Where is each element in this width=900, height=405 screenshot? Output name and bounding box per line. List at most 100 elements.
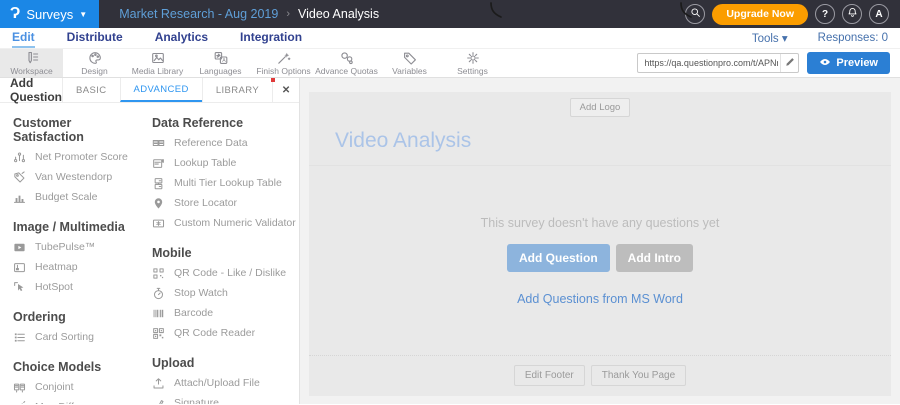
- question-type-conjoint[interactable]: Conjoint: [13, 377, 145, 397]
- toolbar-item-label: Design: [81, 65, 108, 76]
- upgrade-button[interactable]: Upgrade Now: [712, 3, 808, 25]
- question-type-label: Signature: [174, 397, 219, 404]
- avatar[interactable]: A: [869, 4, 889, 24]
- menu-item-edit[interactable]: Edit: [12, 28, 35, 48]
- question-type-label: Max-Diff: [35, 401, 74, 404]
- section-title-customer-satisfaction: Customer Satisfaction: [13, 116, 84, 144]
- question-type-tubepulse[interactable]: TubePulse™: [13, 237, 145, 257]
- add-logo-button[interactable]: Add Logo: [569, 98, 631, 117]
- responses-count[interactable]: Responses: 0: [818, 32, 888, 44]
- tab-library[interactable]: LIBRARY: [201, 78, 272, 102]
- barcode-icon: [152, 306, 166, 320]
- chevron-down-icon: ▾: [781, 33, 788, 45]
- question-type-hotspot[interactable]: HotSpot: [13, 277, 145, 297]
- price-tag-icon: [13, 170, 27, 184]
- question-type-van-westendorp[interactable]: Van Westendorp: [13, 167, 145, 187]
- question-type-signature[interactable]: Signature: [152, 393, 299, 404]
- close-panel-button[interactable]: ✕: [271, 78, 299, 102]
- survey-url-box: [637, 53, 800, 73]
- product-menu-label: Surveys: [26, 6, 74, 22]
- question-type-budget-scale[interactable]: Budget Scale: [13, 187, 145, 207]
- question-type-card-sorting[interactable]: Card Sorting: [13, 327, 145, 347]
- toolbar-item-advance-quotas[interactable]: Advance Quotas: [315, 49, 378, 77]
- tab-basic[interactable]: BASIC: [62, 78, 120, 102]
- add-questions-msword-link[interactable]: Add Questions from MS Word: [517, 292, 683, 306]
- section-title-mobile: Mobile: [152, 246, 192, 260]
- numeric-validator-icon: [152, 216, 166, 230]
- artifact-curve: [490, 2, 502, 18]
- question-column-1: Customer Satisfaction Net Promoter Score V…: [0, 103, 145, 404]
- question-type-label: Multi Tier Lookup Table: [174, 177, 282, 189]
- toolbar-right: Preview: [637, 49, 900, 77]
- page-footer: Edit Footer Thank You Page: [309, 355, 891, 396]
- topbar-actions: Upgrade Now ? A: [685, 3, 900, 25]
- menu-item-analytics[interactable]: Analytics: [155, 28, 208, 48]
- languages-icon: A: [214, 51, 228, 65]
- eye-icon: [819, 56, 831, 71]
- toolbar-item-finish-options[interactable]: Finish Options: [252, 49, 315, 77]
- toolbar-item-label: Advance Quotas: [315, 65, 378, 76]
- survey-url-input[interactable]: [638, 58, 781, 68]
- finish-options-icon: [277, 51, 291, 65]
- question-type-barcode[interactable]: Barcode: [152, 303, 299, 323]
- survey-page: Add Logo Video Analysis This survey does…: [309, 92, 891, 396]
- question-type-label: QR Code - Like / Dislike: [174, 267, 287, 279]
- add-question-button[interactable]: Add Question: [507, 243, 610, 272]
- toolbar-item-design[interactable]: Design: [63, 49, 126, 77]
- menu-item-distribute[interactable]: Distribute: [67, 28, 123, 48]
- search-button[interactable]: [685, 4, 706, 24]
- question-type-qr-code-reader[interactable]: QR Code Reader: [152, 323, 299, 343]
- question-type-reference-data[interactable]: Reference Data: [152, 133, 299, 153]
- toolbar-item-languages[interactable]: A Languages: [189, 49, 252, 77]
- add-intro-button[interactable]: Add Intro: [615, 243, 693, 272]
- toolbar-item-label: Languages: [199, 65, 242, 76]
- toolbar-item-settings[interactable]: Settings: [441, 49, 504, 77]
- question-type-max-diff[interactable]: Max-Diff: [13, 397, 145, 404]
- edit-footer-button[interactable]: Edit Footer: [513, 365, 585, 386]
- question-type-heatmap[interactable]: Heatmap: [13, 257, 145, 277]
- design-icon: [88, 51, 102, 65]
- panel-columns: Customer Satisfaction Net Promoter Score V…: [0, 103, 299, 404]
- add-question-panel: Add Question BASIC ADVANCED LIBRARY ✕ Cust…: [0, 76, 300, 404]
- question-type-stop-watch[interactable]: Stop Watch: [152, 283, 299, 303]
- question-type-attach-upload-file[interactable]: Attach/Upload File: [152, 373, 299, 393]
- edit-url-button[interactable]: [780, 54, 798, 72]
- toolbar-item-label: Settings: [457, 65, 488, 76]
- question-type-label: Custom Numeric Validator: [174, 217, 296, 229]
- breadcrumb-parent[interactable]: Market Research - Aug 2019: [119, 7, 278, 21]
- nps-icon: [13, 150, 27, 164]
- question-type-store-locator[interactable]: Store Locator: [152, 193, 299, 213]
- toolbar-item-label: Media Library: [131, 65, 184, 76]
- variables-icon: [403, 51, 417, 65]
- toolbar-item-media-library[interactable]: Media Library: [126, 49, 189, 77]
- question-type-multi-tier-lookup-table[interactable]: Multi Tier Lookup Table: [152, 173, 299, 193]
- menubar-right: Tools ▾ Responses: 0: [752, 31, 888, 45]
- empty-message: This survey doesn't have any questions y…: [480, 215, 720, 230]
- survey-title-row: Video Analysis: [309, 117, 891, 166]
- upload-icon: [152, 376, 166, 390]
- survey-title[interactable]: Video Analysis: [335, 129, 471, 152]
- preview-button[interactable]: Preview: [807, 52, 890, 74]
- toolbar-item-workspace[interactable]: Workspace: [0, 49, 63, 77]
- section-title-image-multimedia: Image / Multimedia: [13, 220, 125, 234]
- tools-menu[interactable]: Tools ▾: [752, 31, 788, 45]
- menu-item-integration[interactable]: Integration: [240, 28, 302, 48]
- product-switcher[interactable]: Ɂ Surveys ▼: [0, 0, 100, 28]
- notification-dot: [271, 78, 276, 82]
- notifications-button[interactable]: [842, 4, 862, 24]
- menu-items: Edit Distribute Analytics Integration: [12, 28, 302, 48]
- tab-advanced[interactable]: ADVANCED: [119, 78, 202, 102]
- question-type-lookup-table[interactable]: Lookup Table: [152, 153, 299, 173]
- advance-quotas-icon: [340, 51, 354, 65]
- toolbar-items: Workspace Design Media Library A Languages Fi…: [0, 49, 504, 77]
- thank-you-page-button[interactable]: Thank You Page: [590, 365, 687, 386]
- help-button[interactable]: ?: [815, 4, 835, 24]
- section-title-upload: Upload: [152, 356, 195, 370]
- question-type-qr-code-like-dislike[interactable]: QR Code - Like / Dislike: [152, 263, 299, 283]
- question-type-custom-numeric-validator[interactable]: Custom Numeric Validator: [152, 213, 299, 233]
- page-top: Add Logo: [309, 92, 891, 117]
- video-play-icon: [13, 240, 27, 254]
- question-type-net-promoter-score[interactable]: Net Promoter Score: [13, 147, 145, 167]
- wand-icon: [13, 400, 27, 404]
- toolbar-item-variables[interactable]: Variables: [378, 49, 441, 77]
